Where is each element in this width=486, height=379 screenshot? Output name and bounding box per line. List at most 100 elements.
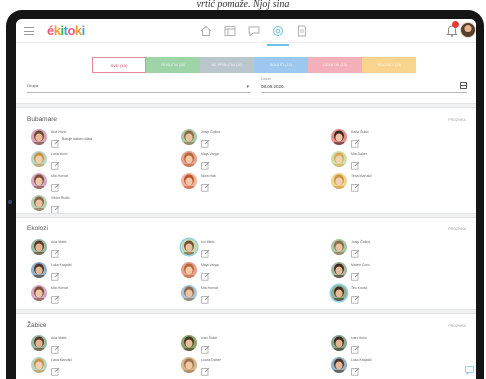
- child-name: Maja Varga: [201, 152, 219, 156]
- child-name: Luka Krajačić: [351, 358, 373, 362]
- user-avatar[interactable]: [460, 22, 476, 38]
- child-card[interactable]: Mia Horvat: [181, 285, 311, 304]
- edit-note-icon[interactable]: [201, 179, 210, 192]
- child-avatar[interactable]: [181, 239, 197, 255]
- child-card[interactable]: Maja Varga: [181, 151, 311, 170]
- group-select[interactable]: Grupa ▾: [27, 81, 251, 93]
- child-avatar[interactable]: [331, 357, 347, 373]
- roll-call-link[interactable]: Prozivka: [448, 324, 466, 328]
- child-card[interactable]: Ivan Horić: [331, 335, 461, 354]
- document-icon[interactable]: [295, 24, 309, 38]
- calendar-icon[interactable]: [460, 82, 467, 89]
- child-card[interactable]: Luka Krajačić: [31, 262, 161, 281]
- child-avatar[interactable]: [31, 357, 47, 373]
- child-card[interactable]: Ana Horić Boruje nakon ručka: [31, 129, 161, 148]
- child-avatar[interactable]: [31, 239, 47, 255]
- child-card[interactable]: Ivo Mikić: [181, 239, 311, 258]
- child-avatar[interactable]: [181, 262, 197, 278]
- edit-note-icon[interactable]: [51, 341, 60, 354]
- home-icon[interactable]: [199, 24, 213, 38]
- child-avatar[interactable]: [31, 129, 47, 145]
- edit-note-icon[interactable]: [201, 135, 210, 148]
- child-card[interactable]: Ana Matić: [31, 335, 161, 354]
- edit-note-icon[interactable]: [51, 135, 60, 148]
- edit-note-icon[interactable]: [201, 245, 210, 258]
- edit-note-icon[interactable]: [351, 268, 360, 281]
- child-avatar[interactable]: [181, 129, 197, 145]
- child-avatar[interactable]: [31, 173, 47, 189]
- child-avatar[interactable]: [31, 335, 47, 351]
- child-card[interactable]: Josip Čolina: [181, 129, 311, 148]
- child-avatar[interactable]: [331, 129, 347, 145]
- child-avatar[interactable]: [181, 357, 197, 373]
- child-card[interactable]: Viktor Rudić: [31, 195, 161, 214]
- child-card[interactable]: Lucas Daher: [181, 357, 311, 376]
- edit-note-icon[interactable]: [51, 179, 60, 192]
- child-avatar[interactable]: [31, 151, 47, 167]
- child-card[interactable]: Mateo Ćurić: [331, 262, 461, 281]
- edit-note-icon[interactable]: [351, 341, 360, 354]
- child-avatar[interactable]: [331, 262, 347, 278]
- child-name: Josip Čolina: [201, 130, 221, 134]
- hamburger-menu-icon[interactable]: [24, 27, 34, 35]
- child-avatar[interactable]: [31, 285, 47, 301]
- tab-4[interactable]: odsutni (10): [308, 57, 362, 73]
- child-card[interactable]: Mia Daher: [331, 151, 461, 170]
- child-card[interactable]: Karla Šukić: [331, 129, 461, 148]
- chat-icon[interactable]: [247, 24, 261, 38]
- child-avatar[interactable]: [181, 285, 197, 301]
- child-avatar[interactable]: [331, 335, 347, 351]
- child-card[interactable]: Teo Kovač: [331, 285, 461, 304]
- child-card[interactable]: Lana Marušić: [31, 357, 161, 376]
- edit-note-icon[interactable]: [351, 291, 360, 304]
- child-avatar[interactable]: [331, 151, 347, 167]
- child-avatar[interactable]: [331, 239, 347, 255]
- notification-badge: [452, 21, 459, 28]
- camera-dot: [8, 200, 12, 204]
- child-card[interactable]: Lana Horić: [31, 151, 161, 170]
- edit-note-icon[interactable]: [201, 157, 210, 170]
- child-card[interactable]: Nora Hak: [181, 173, 311, 192]
- child-avatar[interactable]: [181, 151, 197, 167]
- tab-2[interactable]: ne prisutni (10): [200, 57, 254, 73]
- child-card[interactable]: Josip Čolina: [331, 239, 461, 258]
- child-card[interactable]: Mia Horvat: [31, 173, 161, 192]
- edit-note-icon[interactable]: [51, 291, 60, 304]
- edit-note-icon[interactable]: [51, 363, 60, 376]
- child-avatar[interactable]: [331, 285, 347, 301]
- child-card[interactable]: Ivan Šukić: [181, 335, 311, 354]
- child-card[interactable]: Tena Marušić: [331, 173, 461, 192]
- tab-0[interactable]: sve (10): [92, 57, 146, 73]
- grid-icon[interactable]: [223, 24, 237, 38]
- child-avatar[interactable]: [31, 262, 47, 278]
- edit-note-icon[interactable]: [201, 363, 210, 376]
- edit-note-icon[interactable]: [51, 157, 60, 170]
- edit-note-icon[interactable]: [51, 268, 60, 281]
- edit-note-icon[interactable]: [351, 135, 360, 148]
- edit-note-icon[interactable]: [351, 245, 360, 258]
- edit-note-icon[interactable]: [201, 268, 210, 281]
- chat-fab-icon[interactable]: [465, 362, 474, 376]
- child-card[interactable]: Ana Matić: [31, 239, 161, 258]
- date-field[interactable]: Datum 08.09.2020.: [261, 77, 467, 93]
- tab-5[interactable]: praznici (10): [362, 57, 416, 73]
- child-card[interactable]: Luka Krajačić: [331, 357, 461, 376]
- edit-note-icon[interactable]: [351, 363, 360, 376]
- roll-call-link[interactable]: Prozivka: [448, 227, 466, 231]
- edit-note-icon[interactable]: [201, 341, 210, 354]
- child-avatar[interactable]: [331, 173, 347, 189]
- tab-3[interactable]: bolest (10): [254, 57, 308, 73]
- child-card[interactable]: Mia Horvat: [31, 285, 161, 304]
- child-avatar[interactable]: [181, 173, 197, 189]
- edit-note-icon[interactable]: [51, 201, 60, 214]
- child-card[interactable]: Maja Varga: [181, 262, 311, 281]
- tab-1[interactable]: prisutni (10): [146, 57, 200, 73]
- edit-note-icon[interactable]: [351, 179, 360, 192]
- settings-icon[interactable]: [271, 24, 285, 38]
- child-avatar[interactable]: [181, 335, 197, 351]
- edit-note-icon[interactable]: [51, 245, 60, 258]
- child-avatar[interactable]: [31, 195, 47, 211]
- roll-call-link[interactable]: Prozivka: [448, 118, 466, 122]
- edit-note-icon[interactable]: [351, 157, 360, 170]
- edit-note-icon[interactable]: [201, 291, 210, 304]
